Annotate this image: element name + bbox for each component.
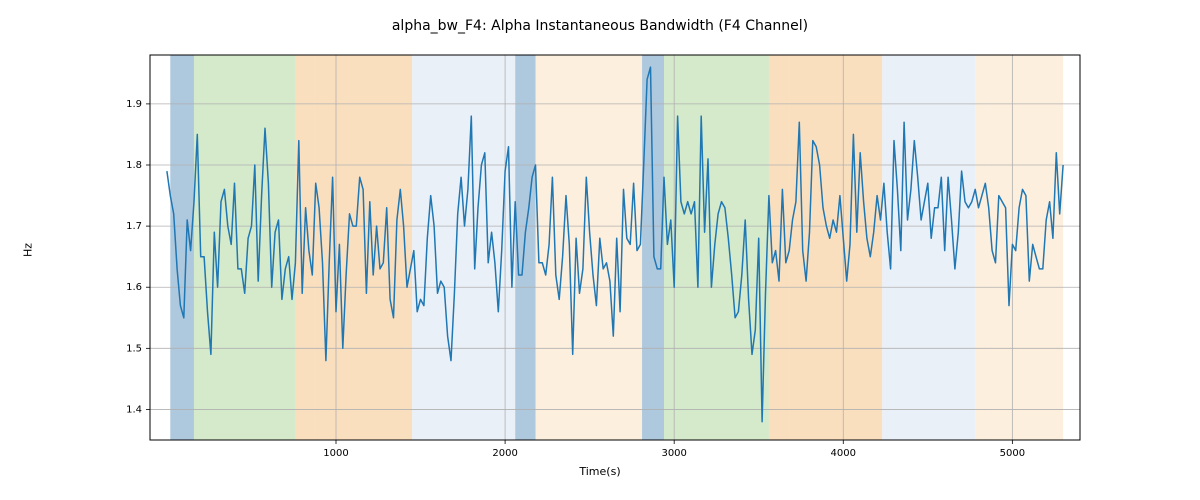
y-tick-label: 1.6	[126, 282, 142, 293]
segment-band	[989, 55, 1063, 440]
x-tick-label: 2000	[492, 448, 517, 459]
segment-band	[536, 55, 643, 440]
chart-container: alpha_bw_F4: Alpha Instantaneous Bandwid…	[0, 0, 1200, 500]
y-tick-label: 1.9	[126, 99, 142, 110]
x-tick-label: 5000	[1000, 448, 1025, 459]
segment-band	[314, 55, 412, 440]
x-tick-label: 3000	[661, 448, 686, 459]
segment-band	[975, 55, 989, 440]
segment-band	[882, 55, 975, 440]
segment-band	[664, 55, 769, 440]
chart-svg: 1000 2000 3000 4000 5000 1.4 1.5 1.6 1.7 1.8 1.9	[0, 0, 1200, 500]
x-tick-label: 1000	[323, 448, 348, 459]
x-tick-label: 4000	[831, 448, 856, 459]
segment-band	[515, 55, 535, 440]
y-tick-label: 1.8	[126, 160, 142, 171]
y-tick-label: 1.5	[126, 343, 142, 354]
y-tick-label: 1.7	[126, 221, 142, 232]
y-tick-label: 1.4	[126, 404, 142, 415]
